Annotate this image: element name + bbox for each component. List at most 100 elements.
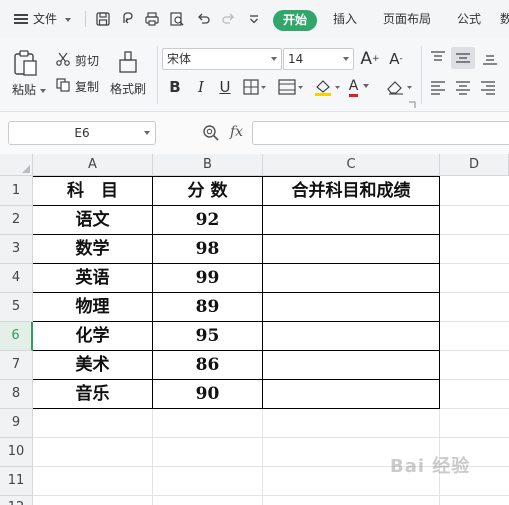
select-all-corner[interactable] — [0, 154, 33, 176]
tab-insert[interactable]: 插入 — [333, 0, 357, 38]
watermark-logo: Bai 经验 — [390, 456, 471, 477]
fill-color-icon[interactable] — [313, 78, 343, 96]
font-size-select[interactable]: 14 — [283, 48, 354, 70]
cell-b3[interactable]: 98 — [153, 235, 262, 263]
gridline — [33, 495, 509, 496]
merge-cells-icon[interactable] — [278, 79, 304, 95]
align-middle-button[interactable] — [451, 47, 475, 69]
cell-c7[interactable] — [263, 351, 439, 379]
row-header-9[interactable]: 9 — [0, 409, 33, 438]
divider — [421, 46, 422, 104]
cell-c2[interactable] — [263, 206, 439, 234]
undo-icon[interactable] — [196, 11, 212, 27]
chevron-down-icon — [271, 57, 277, 61]
cell-a5[interactable]: 物理 — [33, 293, 152, 321]
row-header-4[interactable]: 4 — [0, 264, 33, 293]
row-header-2[interactable]: 2 — [0, 206, 33, 235]
cell-b6[interactable]: 95 — [153, 322, 262, 350]
column-header-c[interactable]: C — [263, 154, 440, 176]
align-top-icon[interactable] — [430, 51, 446, 65]
ribbon: 粘贴 剪切 复制 格式刷 宋体 14 A+ A- B I U A — [0, 38, 509, 112]
print-preview-icon[interactable] — [169, 11, 185, 27]
print-icon[interactable] — [144, 11, 160, 27]
row-header-6[interactable]: 6 — [0, 322, 33, 351]
paste-icon[interactable] — [13, 49, 39, 77]
cell-b4[interactable]: 99 — [153, 264, 262, 292]
scissors-icon — [56, 52, 70, 66]
grow-font-icon: A — [360, 49, 373, 69]
cell-c1[interactable]: 合并科目和成绩 — [263, 177, 439, 205]
column-header-b[interactable]: B — [153, 154, 263, 176]
copy-button[interactable]: 复制 — [75, 78, 99, 95]
cell-a2[interactable]: 语文 — [33, 206, 152, 234]
grow-font-button[interactable]: A+ — [359, 48, 381, 70]
tab-page-layout[interactable]: 页面布局 — [383, 0, 431, 38]
menu-bar: 文件 开始 插入 页面布局 公式 数 — [0, 0, 509, 38]
row-header-8[interactable]: 8 — [0, 380, 33, 409]
customize-toolbar-icon[interactable] — [246, 11, 262, 27]
cut-button[interactable]: 剪切 — [75, 52, 99, 69]
cell-c4[interactable] — [263, 264, 439, 292]
cell-c8[interactable] — [263, 380, 439, 408]
save-icon[interactable] — [95, 11, 111, 27]
cell-b7[interactable]: 86 — [153, 351, 262, 379]
name-box[interactable]: E6 — [8, 121, 156, 145]
cell-b8[interactable]: 90 — [153, 380, 262, 408]
formula-input[interactable] — [252, 121, 509, 145]
format-painter-button[interactable]: 格式刷 — [110, 80, 146, 97]
cell-c6[interactable] — [263, 322, 439, 350]
cell-a7[interactable]: 美术 — [33, 351, 152, 379]
insert-function-button[interactable]: fx — [230, 124, 243, 140]
formula-bar: E6 fx — [0, 112, 509, 154]
cell-a3[interactable]: 数学 — [33, 235, 152, 263]
row-header-3[interactable]: 3 — [0, 235, 33, 264]
gridline — [33, 437, 509, 438]
cell-b2[interactable]: 92 — [153, 206, 262, 234]
tab-data[interactable]: 数 — [500, 0, 509, 38]
clear-format-icon[interactable] — [385, 78, 415, 96]
font-name-select[interactable]: 宋体 — [162, 48, 282, 70]
row-header-12[interactable]: 12 — [0, 496, 33, 505]
chevron-down-icon — [343, 57, 349, 61]
column-header-d[interactable]: D — [440, 154, 509, 176]
format-painter-icon[interactable] — [117, 50, 139, 74]
align-left-icon[interactable] — [430, 81, 446, 95]
tab-formulas[interactable]: 公式 — [457, 0, 481, 38]
tab-home[interactable]: 开始 — [273, 10, 317, 31]
divider — [157, 46, 158, 104]
shrink-font-button[interactable]: A- — [385, 48, 407, 70]
bold-button[interactable]: B — [164, 76, 186, 98]
row-header-10[interactable]: 10 — [0, 438, 33, 467]
menu-icon[interactable] — [14, 14, 28, 24]
underline-button[interactable]: U — [214, 76, 236, 98]
dialog-launcher-icon[interactable] — [408, 101, 416, 109]
row-header-11[interactable]: 11 — [0, 467, 33, 496]
cell-a1[interactable]: 科 目 — [33, 177, 152, 205]
cell-c5[interactable] — [263, 293, 439, 321]
row-header-7[interactable]: 7 — [0, 351, 33, 380]
chevron-down-icon — [64, 17, 71, 22]
cell-a8[interactable]: 音乐 — [33, 380, 152, 408]
cell-a6[interactable]: 化学 — [33, 322, 152, 350]
zoom-function-icon[interactable] — [202, 124, 220, 142]
redo-icon[interactable] — [220, 11, 236, 27]
row-header-1[interactable]: 1 — [0, 176, 33, 206]
align-center-icon[interactable] — [455, 81, 471, 95]
align-bottom-icon[interactable] — [482, 51, 498, 65]
cell-b1[interactable]: 分 数 — [153, 177, 262, 205]
cell-b5[interactable]: 89 — [153, 293, 262, 321]
undo-history-icon[interactable] — [120, 11, 136, 27]
column-header-a[interactable]: A — [33, 154, 153, 176]
row-header-5[interactable]: 5 — [0, 293, 33, 322]
file-menu[interactable]: 文件 — [33, 0, 71, 38]
copy-icon — [56, 78, 70, 92]
font-color-button[interactable]: A — [348, 75, 370, 97]
cell-a4[interactable]: 英语 — [33, 264, 152, 292]
name-box-value: E6 — [74, 126, 90, 140]
align-middle-icon — [456, 53, 470, 63]
borders-icon[interactable] — [243, 79, 267, 95]
cell-c3[interactable] — [263, 235, 439, 263]
italic-button[interactable]: I — [190, 76, 212, 98]
paste-button[interactable]: 粘贴 — [12, 81, 46, 98]
align-right-icon[interactable] — [480, 81, 496, 95]
